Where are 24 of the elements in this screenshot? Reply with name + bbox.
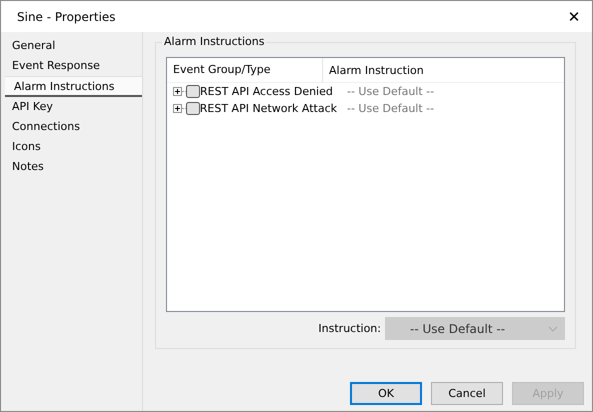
sidebar-item[interactable]: Icons xyxy=(1,137,142,157)
sidebar-item[interactable]: Notes xyxy=(1,157,142,177)
sidebar-item[interactable]: API Key xyxy=(1,97,142,117)
plus-icon[interactable] xyxy=(173,87,182,96)
plus-icon[interactable] xyxy=(173,104,182,113)
tree-item[interactable]: REST API Network Attack xyxy=(200,102,337,115)
checkbox-icon[interactable] xyxy=(186,102,200,115)
dialog-button[interactable]: Cancel xyxy=(431,382,503,405)
sidebar-item[interactable]: Connections xyxy=(1,117,142,137)
field-label: Instruction: xyxy=(318,322,381,335)
table-cell-text: -- Use Default -- xyxy=(346,102,434,115)
group-title: Alarm Instructions xyxy=(162,35,266,48)
window-title: Sine - Properties xyxy=(17,10,116,24)
table-cell-text: -- Use Default -- xyxy=(346,85,434,98)
column-header[interactable]: Alarm Instruction xyxy=(323,64,424,76)
tree-item[interactable]: REST API Access Denied xyxy=(200,85,333,98)
close-button[interactable]: ✕ xyxy=(556,2,592,30)
sidebar-item[interactable]: Alarm Instructions xyxy=(5,76,142,97)
column-header[interactable]: Event Group/Type xyxy=(167,58,323,82)
checkbox-icon[interactable] xyxy=(186,85,200,98)
sidebar-item[interactable]: Event Response xyxy=(1,56,142,76)
caret-icon xyxy=(548,326,558,332)
sidebar-item[interactable]: General xyxy=(1,36,142,56)
dialog-button[interactable]: OK xyxy=(350,382,422,405)
